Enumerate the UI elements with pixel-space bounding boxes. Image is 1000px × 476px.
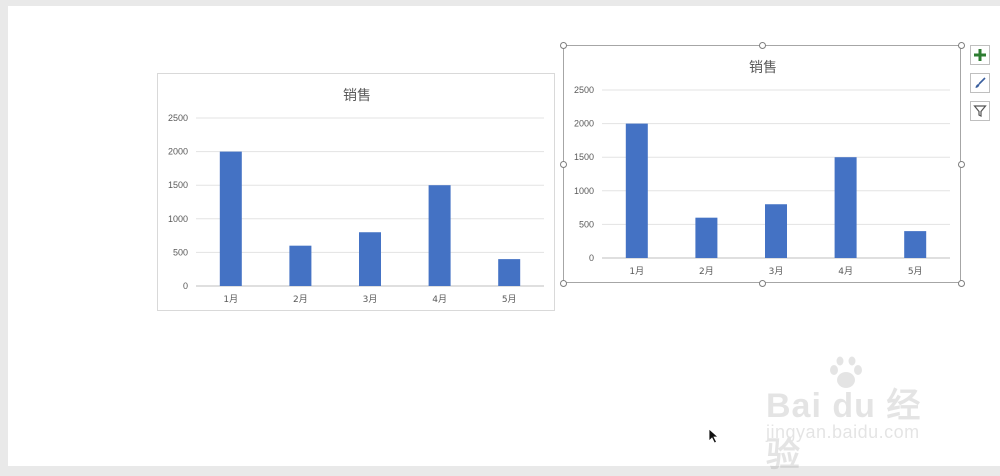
chart-styles-button[interactable] <box>970 73 990 93</box>
y-tick-label: 1500 <box>168 180 188 190</box>
bar-5月 <box>904 231 927 258</box>
y-tick-label: 2000 <box>168 147 188 157</box>
resize-handle[interactable] <box>758 279 766 287</box>
resize-handle[interactable] <box>559 160 567 168</box>
resize-handle[interactable] <box>957 160 965 168</box>
bar-4月 <box>428 185 451 286</box>
y-tick-label: 1500 <box>574 152 594 162</box>
resize-handle[interactable] <box>559 41 567 49</box>
x-tick-label: 2月 <box>699 266 714 277</box>
watermark-url: jingyan.baidu.com <box>766 422 920 442</box>
baidu-jingyan-watermark: Bai du 经验 jingyan.baidu.com <box>766 356 956 474</box>
y-tick-label: 2500 <box>574 85 594 95</box>
resize-handle[interactable] <box>957 279 965 287</box>
resize-handle[interactable] <box>758 41 766 49</box>
x-tick-label: 5月 <box>502 294 517 305</box>
y-tick-label: 500 <box>579 219 594 229</box>
bar-2月 <box>289 245 312 286</box>
x-tick-label: 2月 <box>293 294 308 305</box>
y-tick-label: 2000 <box>574 119 594 129</box>
resize-handle[interactable] <box>957 41 965 49</box>
y-tick-label: 1000 <box>168 214 188 224</box>
chart-title: 销售 <box>343 88 371 104</box>
y-tick-label: 1000 <box>574 186 594 196</box>
chart-sales-original[interactable]: 销售 0 500 1000 1500 2000 2500 1月 2月 3月 4月 5月 <box>157 73 555 311</box>
filter-icon <box>973 105 987 117</box>
bar-4月 <box>834 157 857 258</box>
bar-3月 <box>765 204 787 258</box>
bar-2月 <box>695 217 718 258</box>
y-tick-label: 0 <box>183 281 188 291</box>
bar-1月 <box>219 151 242 286</box>
y-tick-label: 2500 <box>168 113 188 123</box>
chart-title: 销售 <box>749 60 777 76</box>
chart-elements-button[interactable] <box>970 45 990 65</box>
resize-handle[interactable] <box>559 279 567 287</box>
y-tick-label: 0 <box>589 253 594 263</box>
bar-5月 <box>498 259 521 286</box>
x-tick-label: 4月 <box>432 294 447 305</box>
chart-svg-2: 销售 0 500 1000 1500 2000 2500 1月 2月 3月 4月 5月 <box>574 60 950 277</box>
bar-1月 <box>625 123 648 258</box>
x-tick-label: 1月 <box>223 294 238 305</box>
plus-icon <box>974 49 986 61</box>
x-tick-label: 1月 <box>629 266 644 277</box>
chart-svg-1: 销售 0 500 1000 1500 2000 2500 1月 2月 3月 4月 5月 <box>168 88 544 305</box>
x-tick-label: 3月 <box>769 266 784 277</box>
chart-filters-button[interactable] <box>970 101 990 121</box>
mouse-cursor-icon <box>708 428 720 444</box>
chart-sales-copy-selected[interactable]: 销售 0 500 1000 1500 2000 2500 1月 2月 3月 4月 5月 <box>563 45 961 283</box>
x-tick-label: 5月 <box>908 266 923 277</box>
y-tick-label: 500 <box>173 247 188 257</box>
x-tick-label: 4月 <box>838 266 853 277</box>
x-tick-label: 3月 <box>363 294 378 305</box>
brush-icon <box>975 77 986 88</box>
bar-3月 <box>359 232 381 286</box>
